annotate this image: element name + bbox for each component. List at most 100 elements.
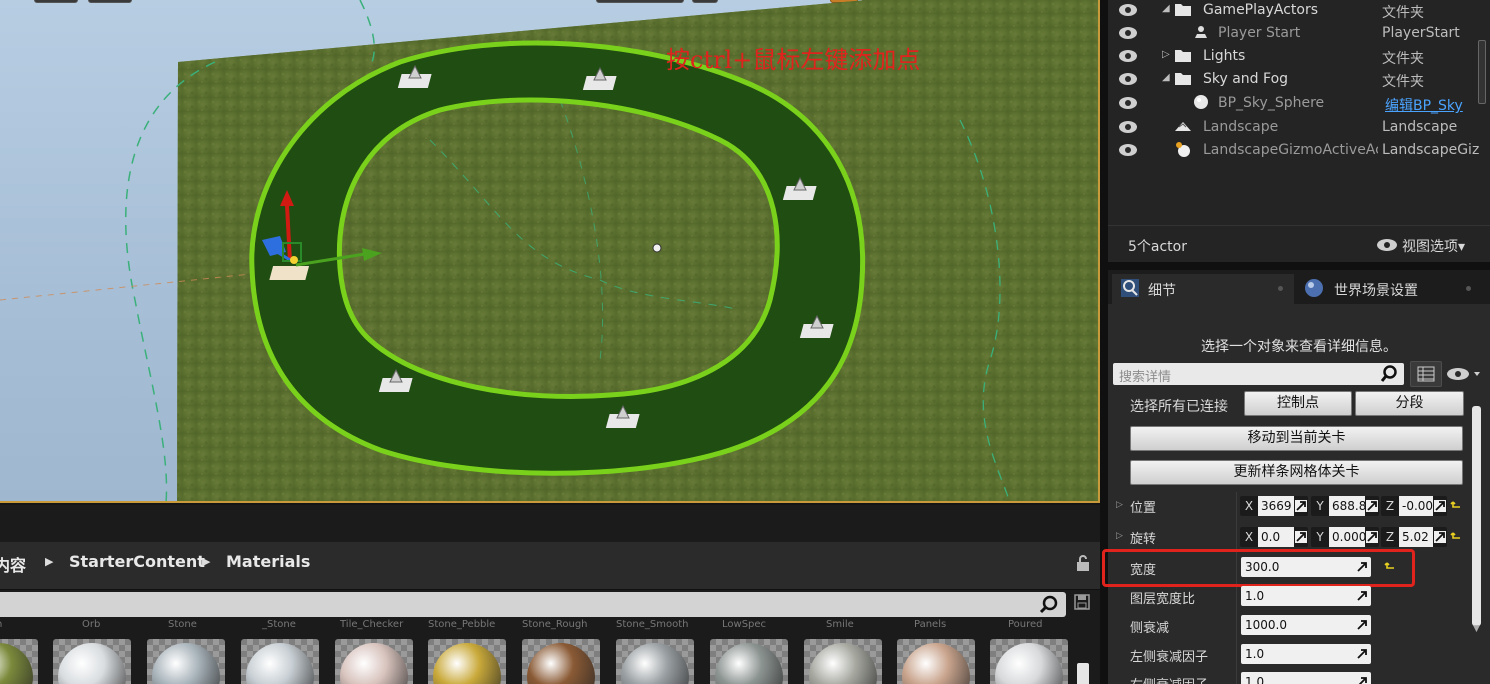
drag-spin-icon[interactable] <box>1295 500 1307 512</box>
rotation-y-value[interactable]: 0.000 <box>1329 527 1365 547</box>
breadcrumb-item[interactable]: 内容 <box>0 552 26 576</box>
details-search-input[interactable]: 搜索详情 <box>1113 363 1404 385</box>
outliner-item-name: Lights <box>1203 48 1246 64</box>
breadcrumb-item[interactable]: Materials <box>226 552 310 571</box>
move-to-current-level-button[interactable]: 移动到当前关卡 <box>1130 426 1463 451</box>
visibility-eye-icon[interactable] <box>1118 26 1138 40</box>
left-falloff-factor-field[interactable]: 1.0 <box>1241 644 1371 664</box>
expand-arrow-icon[interactable]: ◢ <box>1162 3 1170 14</box>
breadcrumb-separator-icon[interactable]: ▶ <box>202 555 210 568</box>
view-options-eye-icon[interactable] <box>1376 238 1398 252</box>
drag-spin-icon[interactable] <box>1434 531 1446 543</box>
details-scrollbar[interactable] <box>1472 406 1481 626</box>
side-falloff-value[interactable]: 1000.0 <box>1245 618 1287 632</box>
outliner-row[interactable]: Landscape Landscape <box>1108 117 1478 140</box>
material-thumbnail[interactable] <box>335 639 413 684</box>
outliner-row[interactable]: Player Start PlayerStart <box>1108 23 1478 46</box>
reset-to-default-icon[interactable] <box>1450 531 1462 543</box>
level-viewport[interactable]: 按ctrl+鼠标左键添加点 <box>0 0 1100 503</box>
breadcrumb-item[interactable]: StarterContent <box>69 552 205 571</box>
rotation-z-value[interactable]: 5.02 <box>1399 527 1433 547</box>
location-z-value[interactable]: -0.00 <box>1399 496 1433 516</box>
width-value[interactable]: 300.0 <box>1245 560 1279 574</box>
side-falloff-field[interactable]: 1000.0 <box>1241 615 1371 635</box>
visibility-eye-icon[interactable] <box>1118 96 1138 110</box>
right-falloff-factor-field[interactable]: 1.0 <box>1241 672 1371 684</box>
edit-blueprint-link[interactable]: 编辑BP_Sky <box>1385 95 1483 115</box>
drag-spin-icon[interactable] <box>1356 619 1368 631</box>
lock-icon[interactable] <box>1076 554 1090 572</box>
save-search-icon[interactable] <box>1074 594 1090 610</box>
outliner-scrollbar[interactable] <box>1478 40 1486 104</box>
outliner-row[interactable]: BP_Sky_Sphere 编辑BP_Sky <box>1108 93 1478 116</box>
material-thumbnail[interactable] <box>897 639 975 684</box>
layer-width-ratio-field[interactable]: 1.0 <box>1241 586 1371 606</box>
visibility-eye-icon[interactable] <box>1118 143 1138 157</box>
outliner-row[interactable]: ◢ Sky and Fog 文件夹 <box>1108 69 1478 92</box>
right-falloff-factor-value[interactable]: 1.0 <box>1245 675 1264 684</box>
tab-close-icon[interactable] <box>1278 286 1283 291</box>
search-icon[interactable] <box>1039 595 1059 615</box>
location-y-value[interactable]: 688.8 <box>1329 496 1365 516</box>
rotation-x-field[interactable]: X 0.0 <box>1240 527 1308 547</box>
visibility-eye-icon[interactable] <box>1118 3 1138 17</box>
drag-spin-icon[interactable] <box>1356 561 1368 573</box>
material-thumbnail[interactable] <box>522 639 600 684</box>
rotation-y-field[interactable]: Y 0.000 <box>1311 527 1379 547</box>
drag-spin-icon[interactable] <box>1366 531 1378 543</box>
property-matrix-button[interactable] <box>1410 361 1442 387</box>
expand-arrow-icon[interactable]: ◢ <box>1162 72 1170 83</box>
tab-world-settings-label: 世界场景设置 <box>1334 283 1418 299</box>
material-thumbnail[interactable] <box>804 639 882 684</box>
drag-spin-icon[interactable] <box>1295 531 1307 543</box>
view-options-button[interactable]: 视图选项▾ <box>1402 236 1465 256</box>
asset-grid-scrollbar[interactable] <box>1077 663 1089 684</box>
rotation-z-field[interactable]: Z 5.02 <box>1381 527 1447 547</box>
drag-spin-icon[interactable] <box>1356 590 1368 602</box>
expand-arrow-icon[interactable]: ▷ <box>1116 531 1123 541</box>
visibility-eye-icon[interactable] <box>1118 49 1138 63</box>
select-segments-button[interactable]: 分段 <box>1355 391 1464 416</box>
scroll-down-arrow-icon[interactable]: ▼ <box>1473 624 1480 634</box>
collapse-arrow-icon[interactable]: ▷ <box>1162 49 1170 60</box>
tab-world-settings[interactable]: 世界场景设置 <box>1298 274 1486 304</box>
details-view-options-eye-icon[interactable] <box>1446 366 1486 382</box>
drag-spin-icon[interactable] <box>1434 500 1446 512</box>
drag-spin-icon[interactable] <box>1356 676 1368 684</box>
material-thumbnail[interactable] <box>428 639 506 684</box>
update-spline-mesh-levels-button[interactable]: 更新样条网格体关卡 <box>1130 460 1463 485</box>
drag-spin-icon[interactable] <box>1356 648 1368 660</box>
select-control-points-button[interactable]: 控制点 <box>1244 391 1352 416</box>
location-z-field[interactable]: Z -0.00 <box>1381 496 1447 516</box>
location-y-field[interactable]: Y 688.8 <box>1311 496 1379 516</box>
visibility-eye-icon[interactable] <box>1118 120 1138 134</box>
reset-to-default-icon[interactable] <box>1450 500 1462 512</box>
outliner-row[interactable]: LandscapeGizmoActiveActor LandscapeGiz <box>1108 140 1479 163</box>
material-thumbnail[interactable] <box>241 639 319 684</box>
visibility-eye-icon[interactable] <box>1118 72 1138 86</box>
tab-details[interactable]: 细节 <box>1112 274 1294 304</box>
breadcrumb-separator-icon[interactable]: ▶ <box>45 555 53 568</box>
outliner-row[interactable]: ▷ Lights 文件夹 <box>1108 46 1478 69</box>
expand-arrow-icon[interactable]: ▷ <box>1116 500 1123 510</box>
material-thumbnail[interactable] <box>990 639 1068 684</box>
tab-close-icon[interactable] <box>1466 286 1471 291</box>
material-thumbnail[interactable] <box>710 639 788 684</box>
material-thumbnail[interactable] <box>616 639 694 684</box>
location-x-value[interactable]: 3669 <box>1258 496 1294 516</box>
material-thumbnail[interactable] <box>0 639 38 684</box>
left-falloff-factor-value[interactable]: 1.0 <box>1245 647 1264 661</box>
outliner-row[interactable]: ◢ GamePlayActors 文件夹 <box>1108 0 1478 23</box>
width-field[interactable]: 300.0 <box>1241 557 1371 577</box>
layer-width-ratio-value[interactable]: 1.0 <box>1245 589 1264 603</box>
search-icon[interactable] <box>1380 365 1398 383</box>
asset-search-input[interactable] <box>0 592 1066 617</box>
rotation-x-value[interactable]: 0.0 <box>1258 527 1294 547</box>
reset-to-default-icon[interactable] <box>1384 561 1396 573</box>
location-x-field[interactable]: X 3669 <box>1240 496 1308 516</box>
material-thumbnail[interactable] <box>147 639 225 684</box>
material-thumbnail[interactable] <box>53 639 131 684</box>
property-column-divider[interactable] <box>1236 492 1237 684</box>
panel-splitter[interactable] <box>1108 262 1490 270</box>
drag-spin-icon[interactable] <box>1366 500 1378 512</box>
